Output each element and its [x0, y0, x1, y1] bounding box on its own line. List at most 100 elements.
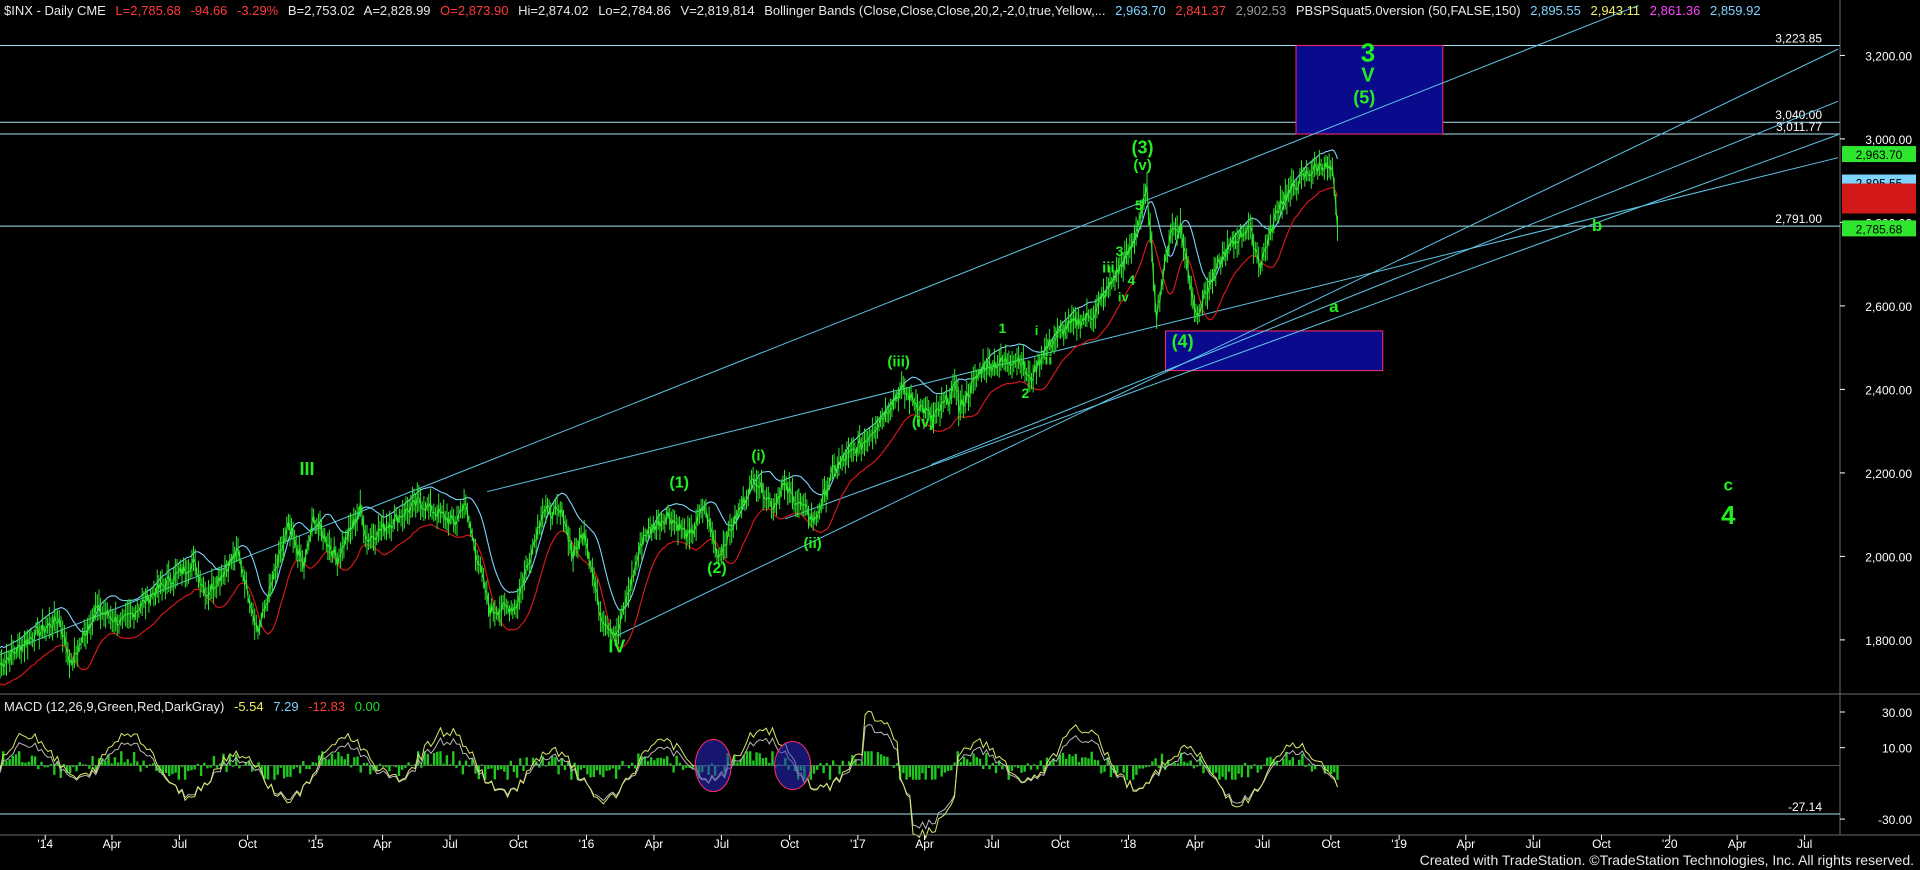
- wave-label: (5): [1353, 87, 1375, 107]
- wave-label: (1): [669, 475, 689, 492]
- x-tick-label: Jul: [984, 837, 999, 851]
- x-tick-label: Jul: [172, 837, 187, 851]
- y-tick-label: 2,000.00: [1865, 550, 1912, 564]
- macd-level-label: -27.14: [1788, 800, 1822, 814]
- level-label: 3,011.77: [1776, 120, 1822, 134]
- macd-value-4: 0.00: [354, 699, 380, 714]
- wave-label: IV: [608, 636, 625, 656]
- bb-value-1: 2,963.70: [1115, 3, 1166, 18]
- wave-label: iv: [1118, 290, 1130, 305]
- level-label: 3,223.85: [1775, 31, 1822, 45]
- wave-label: c: [1724, 475, 1733, 494]
- y-tick-label: 3,000.00: [1865, 133, 1912, 147]
- x-tick-label: Oct: [1051, 837, 1070, 851]
- x-tick-label: Apr: [1456, 837, 1475, 851]
- x-tick-label: Jul: [714, 837, 729, 851]
- x-tick-label: Oct: [1322, 837, 1341, 851]
- x-tick-label: Oct: [1592, 837, 1611, 851]
- open-price: O=2,873.90: [440, 3, 509, 18]
- pbs-value-4: 2,859.92: [1709, 3, 1761, 18]
- macd-value-3: -12.83: [308, 699, 346, 714]
- wave-label: i: [1035, 323, 1039, 338]
- macd-header: MACD (12,26,9,Green,Red,DarkGray) -5.54 …: [4, 699, 386, 714]
- wave-label: a: [1329, 297, 1339, 316]
- x-tick-label: Jul: [1526, 837, 1541, 851]
- x-tick-label: Apr: [915, 837, 934, 851]
- bb-value-3: 2,902.53: [1235, 3, 1287, 18]
- wave-label: V: [1361, 65, 1375, 87]
- x-tick-label: Apr: [103, 837, 122, 851]
- bb-study-label: Bollinger Bands (Close,Close,Close,20,2,…: [764, 3, 1106, 18]
- pbs-value-1: 2,895.55: [1530, 3, 1581, 18]
- x-tick-label: Apr: [1186, 837, 1205, 851]
- wave-label: b: [1592, 216, 1602, 235]
- x-tick-label: Jul: [1255, 837, 1270, 851]
- footer-credit: Created with TradeStation. ©TradeStation…: [1419, 852, 1914, 868]
- x-tick-label: '18: [1121, 837, 1137, 851]
- macd-value-2: 7.29: [273, 699, 299, 714]
- y-tick-label: 1,800.00: [1865, 634, 1912, 648]
- chart-header: $INX - Daily CME L=2,785.68 -94.66 -3.29…: [4, 3, 1767, 18]
- last-price: L=2,785.68: [115, 3, 181, 18]
- low-price: Lo=2,784.86: [598, 3, 671, 18]
- x-tick-label: Jul: [1797, 837, 1812, 851]
- pbs-value-3: 2,861.36: [1649, 3, 1701, 18]
- wave-label: 3: [1361, 38, 1375, 68]
- x-tick-label: '19: [1391, 837, 1407, 851]
- wave-label: ii: [1044, 351, 1052, 367]
- wave-label: (i): [751, 447, 765, 464]
- x-tick-label: '17: [850, 837, 866, 851]
- axis-value-text: 2,785.68: [1856, 222, 1903, 236]
- wave4-support-box: [1165, 330, 1384, 372]
- bb-value-2: 2,841.37: [1175, 3, 1227, 18]
- wave-label: 1: [999, 320, 1007, 336]
- x-tick-label: '15: [308, 837, 324, 851]
- macd-tick-label: -30.00: [1878, 813, 1912, 827]
- x-tick-label: Jul: [442, 837, 457, 851]
- wave-label: iii: [1102, 260, 1115, 277]
- wave-label: (v): [1133, 157, 1151, 174]
- x-axis: '14 Apr Jul Oct '15 Apr Jul Oct '16 Apr Jul Oct '17 A…: [0, 834, 1920, 851]
- macd-value-1: -5.54: [233, 699, 264, 714]
- x-tick-label: Apr: [1728, 837, 1747, 851]
- trend-channel-line: [486, 157, 1839, 493]
- wave-label: 4: [1721, 500, 1736, 530]
- x-tick-label: Oct: [780, 837, 799, 851]
- pbs-value-2: 2,943.11: [1590, 3, 1641, 18]
- ask-price: A=2,828.99: [363, 3, 431, 18]
- trend-channel-line: [931, 100, 1839, 466]
- macd-tick-label: 10.00: [1882, 742, 1912, 756]
- wave-label: (3): [1132, 138, 1154, 158]
- volume: V=2,819,814: [680, 3, 755, 18]
- macd-highlight-ellipse: [694, 739, 732, 793]
- trend-channel-line: [785, 134, 1839, 520]
- x-tick-label: Apr: [645, 837, 664, 851]
- x-tick-label: Oct: [509, 837, 528, 851]
- y-tick-label: 3,200.00: [1865, 49, 1912, 63]
- wave-label: III: [299, 459, 314, 479]
- trend-channel-line: [616, 48, 1839, 637]
- trend-channel-line: [0, 4, 1639, 655]
- net-change: -94.66: [190, 3, 228, 18]
- macd-pane: -27.14 30.00 10.00 -30.00: [0, 706, 1912, 840]
- wave-label: 3: [1116, 243, 1124, 259]
- wave-label: 5: [1135, 197, 1143, 213]
- wave-label: 2: [1021, 385, 1029, 401]
- macd-tick-label: 30.00: [1882, 706, 1912, 720]
- bid-price: B=2,753.02: [287, 3, 355, 18]
- symbol-label: $INX - Daily CME: [4, 3, 106, 18]
- axis-value-text: 2,963.70: [1856, 148, 1903, 162]
- macd-highlight-ellipse: [774, 741, 812, 791]
- wave-label: (2): [707, 560, 727, 577]
- level-label: 2,791.00: [1775, 212, 1822, 226]
- pct-change: -3.29%: [237, 3, 279, 18]
- x-tick-label: '16: [579, 837, 595, 851]
- y-tick-label: 2,200.00: [1865, 467, 1912, 481]
- x-tick-label: Oct: [238, 837, 257, 851]
- wave-label: (iii): [887, 353, 910, 370]
- wave-label: (iv): [912, 414, 935, 431]
- x-tick-label: '20: [1662, 837, 1678, 851]
- macd-study-label: MACD (12,26,9,Green,Red,DarkGray): [4, 699, 225, 714]
- x-tick-label: '14: [37, 837, 53, 851]
- y-tick-label: 2,600.00: [1865, 300, 1912, 314]
